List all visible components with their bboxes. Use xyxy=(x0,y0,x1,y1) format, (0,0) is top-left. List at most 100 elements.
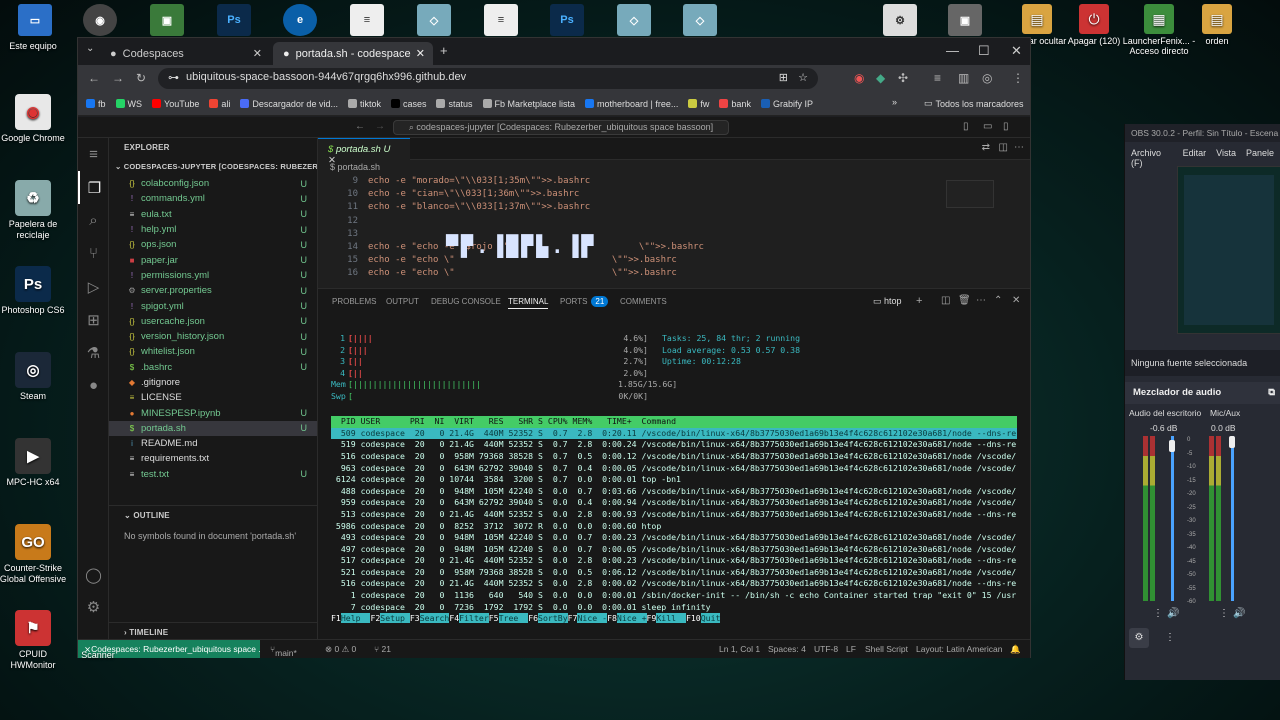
bookmark-item[interactable]: Fb Marketplace lista xyxy=(482,99,575,109)
panel-tab-debug-console[interactable]: DEBUG CONSOLE xyxy=(431,297,501,306)
back-icon[interactable]: ← xyxy=(88,71,100,85)
process-row[interactable]: 963 codespace 20 0 643M 62792 39040 S 0.… xyxy=(331,463,1017,475)
maximize-icon[interactable]: ☐ xyxy=(978,43,990,59)
file-tree-item[interactable]: {} colabconfig.json U xyxy=(109,176,317,191)
bookmark-item[interactable]: fw xyxy=(688,99,709,109)
encoding[interactable]: UTF-8 xyxy=(814,644,838,654)
file-tree-item[interactable]: ≡ LICENSE xyxy=(109,390,317,405)
breadcrumb[interactable]: $ portada.sh xyxy=(318,160,1030,176)
settings-file-icon[interactable]: ⚙ xyxy=(883,4,917,36)
bookmark-item[interactable]: WS xyxy=(115,99,142,109)
run-debug-icon[interactable]: ▷ xyxy=(78,270,109,303)
desktop-icon[interactable]: ♻ Papelera de reciclaje xyxy=(0,180,70,241)
terminal-output[interactable]: 1 [|||| 4.6%] Tasks: 25, 84 thr; 2 running 2… xyxy=(331,333,1017,625)
process-row[interactable]: 493 codespace 20 0 948M 105M 42240 S 0.0… xyxy=(331,532,1017,544)
process-row[interactable]: 6124 codespace 20 0 10744 3584 3200 S 0.… xyxy=(331,474,1017,486)
process-row[interactable]: 7 codespace 20 0 7236 1792 1792 S 0.0 0.… xyxy=(331,602,1017,614)
menu-kebab-icon[interactable]: ⋮ xyxy=(1012,71,1024,85)
process-row[interactable]: 488 codespace 20 0 948M 105M 42240 S 0.0… xyxy=(331,486,1017,498)
close-panel-icon[interactable]: ✕ xyxy=(1012,295,1020,306)
process-row[interactable]: 517 codespace 20 0 21.4G 440M 52352 S 0.… xyxy=(331,555,1017,567)
file-tree-item[interactable]: i README.md xyxy=(109,436,317,451)
function-key[interactable]: F10 xyxy=(686,613,701,623)
ports-indicator[interactable]: ⑂ 21 xyxy=(374,644,391,654)
process-row[interactable]: 497 codespace 20 0 948M 105M 42240 S 0.0… xyxy=(331,544,1017,556)
menu-icon[interactable]: ≡ xyxy=(78,138,109,171)
extensions-icon[interactable]: ⊞ xyxy=(78,303,109,336)
file-tree-item[interactable]: ● MINESPESP.ipynb U xyxy=(109,405,317,420)
branch-indicator[interactable]: ⑂ main* xyxy=(270,644,297,658)
mixer-options-icon[interactable]: ⋮ xyxy=(1165,632,1175,643)
kill-terminal-icon[interactable]: 🗑 xyxy=(958,295,971,306)
file-tree-item[interactable]: ≡ eula.txt U xyxy=(109,207,317,222)
new-tab-icon[interactable]: + xyxy=(440,43,448,58)
desktop-icon[interactable]: ◎ Steam xyxy=(0,352,70,402)
extension-icon[interactable]: ◆ xyxy=(876,71,885,85)
manage-gear-icon[interactable]: ⚙ xyxy=(78,590,109,623)
cursor-position[interactable]: Ln 1, Col 1 xyxy=(719,644,760,654)
function-key[interactable]: F6 xyxy=(528,613,538,623)
bookmark-item[interactable]: Descargador de vid... xyxy=(240,99,338,109)
file-tree-item[interactable]: ! help.yml U xyxy=(109,222,317,237)
bookmark-item[interactable]: fb xyxy=(86,99,106,109)
panel-tab-terminal[interactable]: TERMINAL xyxy=(508,297,549,309)
process-row[interactable]: 516 codespace 20 0 21.4G 440M 52352 S 0.… xyxy=(331,578,1017,590)
search-icon[interactable]: ⌕ xyxy=(78,204,109,237)
translate-icon[interactable]: ⊞ xyxy=(779,71,788,84)
bookmark-item[interactable]: status xyxy=(436,99,473,109)
language-mode[interactable]: Shell Script xyxy=(865,644,908,654)
layout-sidebar-icon[interactable]: ▯ xyxy=(963,121,969,132)
text-file-icon[interactable]: ≡ xyxy=(484,4,518,36)
function-key[interactable]: F1 xyxy=(331,613,341,623)
computer-top-icon[interactable]: ▭ xyxy=(18,4,52,36)
workspace-folder[interactable]: ⌄ CODESPACES-JUPYTER [CODESPACES: RUBEZE… xyxy=(109,157,317,176)
bookmark-item[interactable]: tiktok xyxy=(347,99,381,109)
edge-icon[interactable]: e xyxy=(283,4,317,36)
mixer-menu-icon[interactable]: ⧉ xyxy=(1268,387,1275,398)
github-icon[interactable]: ● xyxy=(78,369,109,402)
editor-tab-portada[interactable]: $ portada.sh U ✕ xyxy=(318,138,410,166)
process-row[interactable]: 1 codespace 20 0 1136 640 540 S 0.0 0.0 … xyxy=(331,590,1017,602)
reload-icon[interactable]: ↻ xyxy=(136,71,146,85)
fader-handle[interactable] xyxy=(1169,440,1175,452)
function-key[interactable]: F2 xyxy=(370,613,380,623)
desktop-icon[interactable]: ▤ orden xyxy=(1172,4,1262,46)
process-row[interactable]: 959 codespace 20 0 643M 62792 39040 S 0.… xyxy=(331,497,1017,509)
side-panel-icon[interactable]: ▥ xyxy=(958,71,969,85)
obs-menu-item[interactable]: Archivo (F) xyxy=(1131,148,1173,168)
panel-tab-comments[interactable]: COMMENTS xyxy=(620,297,667,306)
profile-avatar[interactable]: ◎ xyxy=(982,71,992,85)
new-terminal-icon[interactable]: + xyxy=(916,295,922,307)
process-row[interactable]: 521 codespace 20 0 958M 79368 38528 S 0.… xyxy=(331,567,1017,579)
desktop-icon[interactable]: ▶ MPC-HC x64 xyxy=(0,438,70,488)
channel-menu-icon[interactable]: ⋮ xyxy=(1219,608,1229,619)
panel-tab-ports[interactable]: PORTS 21 xyxy=(560,296,609,307)
shortcut-icon[interactable]: ◇ xyxy=(617,4,651,36)
process-row[interactable]: 519 codespace 20 0 21.4G 440M 52352 S 0.… xyxy=(331,439,1017,451)
psd-file-icon[interactable]: Ps xyxy=(550,4,584,36)
bookmarks-overflow-icon[interactable]: » xyxy=(892,97,897,107)
volume-fader[interactable] xyxy=(1231,436,1234,601)
media-icon[interactable]: ≡ xyxy=(934,71,941,85)
bookmark-item[interactable]: YouTube xyxy=(152,99,199,109)
speaker-icon[interactable]: 🔊 xyxy=(1233,608,1245,619)
process-row[interactable]: 513 codespace 20 0 21.4G 440M 52352 S 0.… xyxy=(331,509,1017,521)
more-actions-icon[interactable]: ⋯ xyxy=(1014,142,1024,153)
forward-arrow-icon[interactable]: → xyxy=(375,121,385,132)
obs-menu-item[interactable]: Editar xyxy=(1183,148,1207,158)
desktop-icon[interactable]: ⚑ CPUID HWMonitor xyxy=(0,610,70,671)
outline-header[interactable]: ⌄ OUTLINE xyxy=(109,506,318,525)
image-file-icon[interactable]: ▣ xyxy=(948,4,982,36)
minimap[interactable] xyxy=(946,180,994,208)
image-file-icon[interactable]: ▣ xyxy=(150,4,184,36)
bookmark-item[interactable]: motherboard | free... xyxy=(585,99,678,109)
obs-menu-item[interactable]: Vista xyxy=(1216,148,1236,158)
file-tree-item[interactable]: {} version_history.json U xyxy=(109,329,317,344)
back-arrow-icon[interactable]: ← xyxy=(355,121,365,132)
code-view[interactable]: 9 echo -e "morado=\"\\033[1;35m\"">>.bash… xyxy=(318,176,1030,282)
desktop-icon[interactable]: GO Counter-Strike Global Offensive xyxy=(0,524,70,585)
bookmark-star-icon[interactable]: ☆ xyxy=(798,71,808,84)
account-icon[interactable]: ◯ xyxy=(78,558,109,591)
panel-tab-problems[interactable]: PROBLEMS xyxy=(332,297,376,306)
address-bar[interactable]: ⊶ ubiquitous-space-bassoon-944v67qrgq6hx… xyxy=(158,68,818,89)
